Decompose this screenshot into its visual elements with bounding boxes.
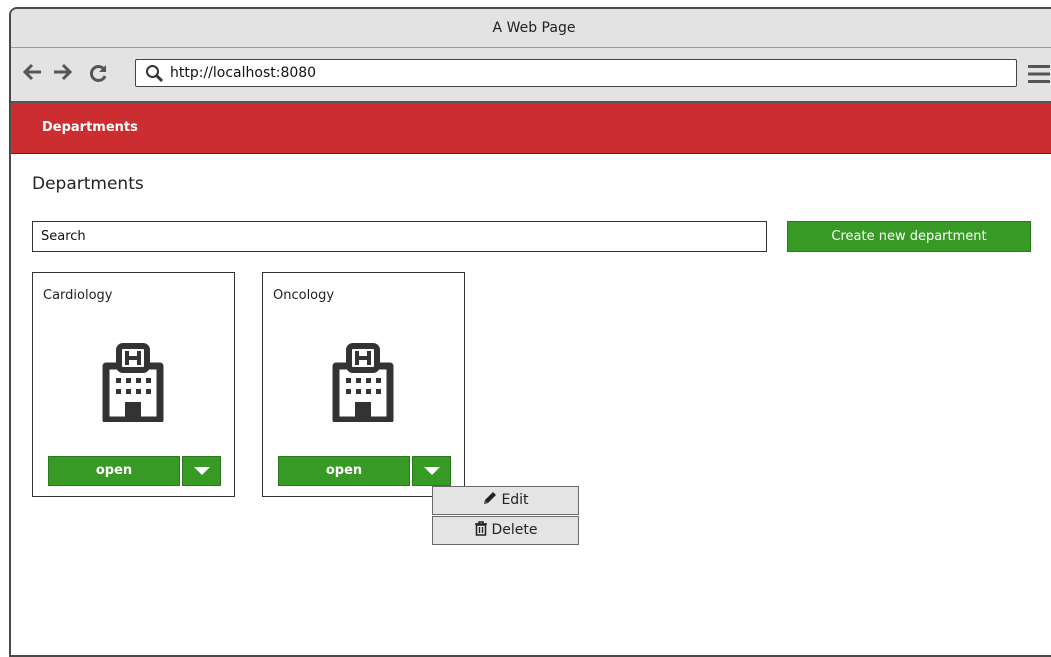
page-title: Departments	[32, 174, 144, 194]
menu-hamburger-icon[interactable]	[1028, 64, 1050, 88]
app-header: Departments	[11, 103, 1051, 154]
trash-icon	[474, 521, 487, 536]
card-actions-menu: Edit Delete	[432, 486, 579, 546]
search-icon	[145, 64, 164, 87]
department-card-cardiology: Cardiology open	[32, 272, 235, 497]
browser-toolbar: http://localhost:8080	[11, 48, 1051, 103]
open-button[interactable]: open	[48, 456, 180, 486]
menu-item-label: Edit	[501, 492, 529, 508]
window-title: A Web Page	[11, 9, 1051, 48]
open-button[interactable]: open	[278, 456, 410, 486]
pencil-icon	[484, 492, 497, 504]
reload-icon[interactable]	[89, 63, 109, 87]
menu-item-label: Delete	[491, 522, 538, 538]
menu-item-delete[interactable]: Delete	[432, 516, 579, 545]
search-input[interactable]	[32, 221, 767, 252]
caret-down-icon	[424, 467, 440, 475]
forward-arrow-icon[interactable]	[53, 63, 73, 85]
app-brand-link[interactable]: Departments	[42, 120, 138, 135]
hospital-building-icon	[97, 342, 169, 426]
department-card-oncology: Oncology open	[262, 272, 465, 497]
caret-down-icon	[194, 467, 210, 475]
department-name: Oncology	[273, 288, 335, 303]
card-actions-dropdown-button[interactable]	[182, 456, 221, 486]
department-name: Cardiology	[43, 288, 113, 303]
hospital-building-icon	[327, 342, 399, 426]
menu-item-edit[interactable]: Edit	[432, 486, 579, 515]
url-text: http://localhost:8080	[170, 65, 317, 81]
create-department-button[interactable]: Create new department	[787, 221, 1031, 252]
card-actions-dropdown-button[interactable]	[412, 456, 451, 486]
url-bar[interactable]: http://localhost:8080	[135, 59, 1017, 87]
back-arrow-icon[interactable]	[22, 63, 42, 85]
